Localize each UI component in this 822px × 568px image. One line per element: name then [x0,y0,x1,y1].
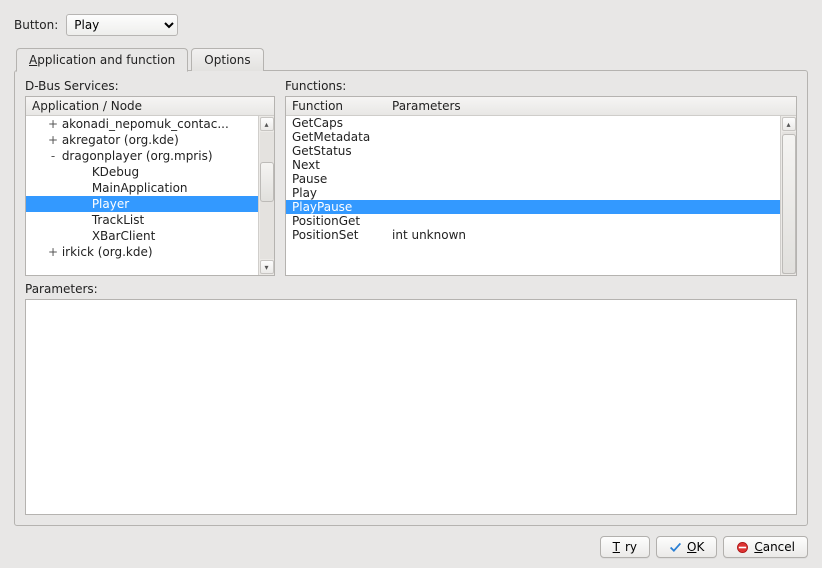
tree-row[interactable]: + akonadi_nepomuk_contac... [26,116,258,132]
try-label-rest: ry [625,540,637,554]
list-row[interactable]: GetStatus [286,144,780,158]
list-row[interactable]: GetCaps [286,116,780,130]
expand-icon[interactable]: + [48,117,58,131]
list-row[interactable]: PlayPause [286,200,780,214]
tree-row[interactable]: MainApplication [26,180,258,196]
tree-row-label: MainApplication [88,181,188,195]
dbus-services-label: D-Bus Services: [25,79,275,93]
tab-options[interactable]: Options [191,48,263,71]
tree-row[interactable]: + akregator (org.kde) [26,132,258,148]
tree-scrollbar[interactable]: ▴ ▾ [258,116,274,275]
parameters-label: Parameters: [25,282,797,296]
parameters-box[interactable] [25,299,797,515]
function-name: Play [292,186,392,200]
tree-row-label: Player [88,197,129,211]
tree-row-label: XBarClient [88,229,155,243]
scroll-thumb[interactable] [260,162,274,202]
function-parameters [392,200,774,214]
function-name: GetMetadata [292,130,392,144]
function-name: GetStatus [292,144,392,158]
tab-application-and-function[interactable]: Application and function [16,48,188,72]
scroll-track[interactable] [260,132,274,259]
function-name: GetCaps [292,116,392,130]
functions-list[interactable]: Function Parameters GetCapsGetMetadataGe… [285,96,797,276]
functions-label: Functions: [285,79,797,93]
cancel-button[interactable]: Cancel [723,536,808,558]
dbus-services-tree[interactable]: Application / Node + akonadi_nepomuk_con… [25,96,275,276]
function-name: PositionSet [292,228,392,242]
ok-icon [669,541,682,554]
cancel-label-rest: ancel [763,540,795,554]
expand-icon[interactable]: + [48,133,58,147]
scroll-up-icon[interactable]: ▴ [260,117,274,131]
function-parameters [392,130,774,144]
scroll-up-icon[interactable]: ▴ [782,117,796,131]
list-row[interactable]: Next [286,158,780,172]
tab-bar: Application and function Options [14,48,808,71]
function-parameters [392,158,774,172]
ok-button[interactable]: OK [656,536,717,558]
tree-row-label: dragonplayer (org.mpris) [58,149,213,163]
tree-row[interactable]: Player [26,196,258,212]
function-name: Pause [292,172,392,186]
tree-row-label: irkick (org.kde) [58,245,153,259]
list-row[interactable]: PositionSetint unknown [286,228,780,242]
functions-header[interactable]: Function Parameters [286,97,796,116]
tab-app-label-rest: pplication and function [37,53,175,67]
scroll-down-icon[interactable]: ▾ [260,260,274,274]
tab-options-label: Options [204,53,250,67]
button-label: Button: [14,18,58,32]
list-row[interactable]: Pause [286,172,780,186]
function-name: PlayPause [292,200,392,214]
function-name: PositionGet [292,214,392,228]
list-row[interactable]: Play [286,186,780,200]
button-select[interactable]: Play [66,14,178,36]
scroll-thumb[interactable] [782,134,796,274]
function-parameters [392,116,774,130]
tree-row-label: TrackList [88,213,144,227]
functions-scrollbar[interactable]: ▴ ▾ [780,116,796,275]
tab-content: D-Bus Services: Application / Node + ako… [14,70,808,526]
function-parameters [392,172,774,186]
button-selector-row: Button: Play [14,14,808,36]
functions-header-function[interactable]: Function [292,99,392,113]
tree-row[interactable]: KDebug [26,164,258,180]
function-parameters: int unknown [392,228,774,242]
tree-header-application-node[interactable]: Application / Node [26,97,274,116]
tree-row[interactable]: - dragonplayer (org.mpris) [26,148,258,164]
cancel-icon [736,541,749,554]
function-name: Next [292,158,392,172]
expand-icon[interactable]: + [48,245,58,259]
tree-row-label: akregator (org.kde) [58,133,179,147]
function-parameters [392,144,774,158]
scroll-track[interactable] [782,132,796,259]
try-button[interactable]: Try [600,536,650,558]
tree-row[interactable]: + irkick (org.kde) [26,244,258,260]
function-parameters [392,186,774,200]
tree-row-label: KDebug [88,165,139,179]
functions-header-parameters[interactable]: Parameters [392,99,461,113]
list-row[interactable]: PositionGet [286,214,780,228]
list-row[interactable]: GetMetadata [286,130,780,144]
collapse-icon[interactable]: - [48,149,58,163]
function-parameters [392,214,774,228]
tree-row-label: akonadi_nepomuk_contac... [58,117,229,131]
tree-row[interactable]: XBarClient [26,228,258,244]
ok-label-rest: K [696,540,704,554]
tree-row[interactable]: TrackList [26,212,258,228]
